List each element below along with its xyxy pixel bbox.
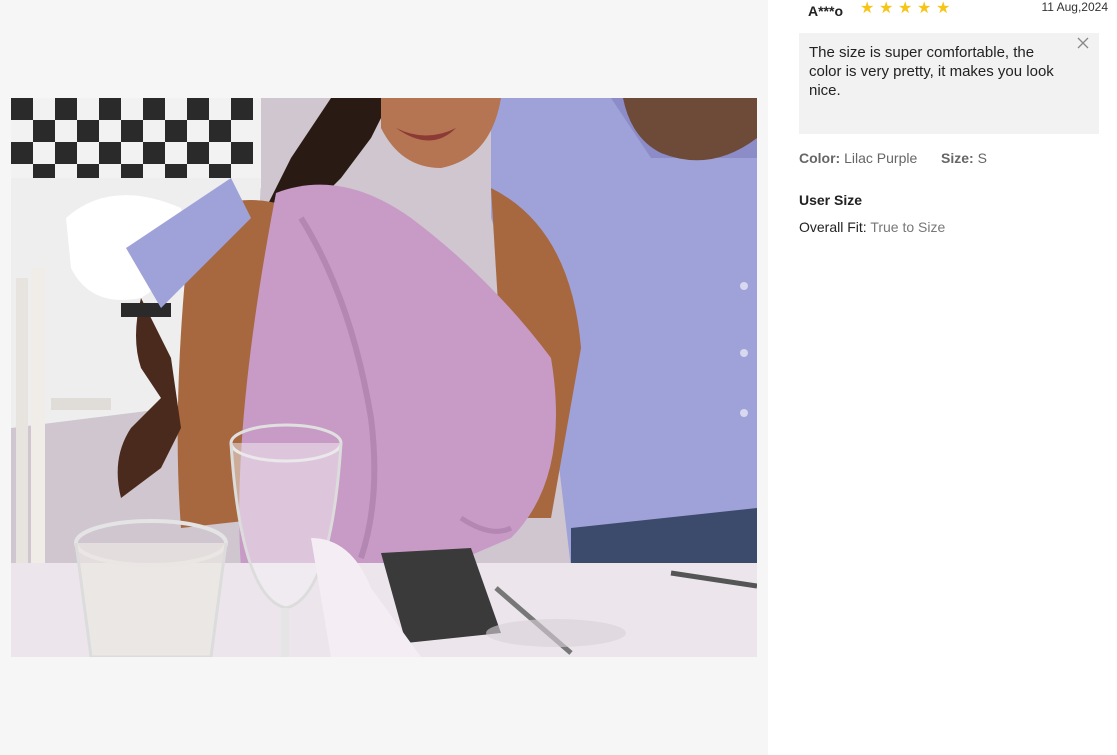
review-date: 11 Aug,2024: [1041, 0, 1108, 14]
color-label: Color:: [799, 150, 841, 166]
star-icon: ★: [879, 0, 894, 17]
overall-fit: Overall Fit: True to Size: [799, 219, 945, 235]
user-size-title: User Size: [799, 192, 863, 208]
star-icon: ★: [898, 0, 913, 17]
size-label: Size:: [941, 150, 974, 166]
review-comment: The size is super comfortable, the color…: [809, 44, 1054, 99]
rating-stars: ★ ★ ★ ★ ★: [860, 0, 955, 17]
close-icon[interactable]: [1077, 37, 1089, 49]
fit-value: True to Size: [870, 219, 946, 235]
size-value: S: [977, 150, 987, 166]
photo-viewer: [0, 0, 768, 755]
review-photo-illustration: [11, 98, 757, 657]
reviewer-name: A***o: [808, 3, 844, 19]
fit-label: Overall Fit:: [799, 219, 867, 235]
color-value: Lilac Purple: [844, 150, 918, 166]
star-icon: ★: [917, 0, 932, 17]
checkered-chair: [11, 98, 261, 188]
review-panel: A***o ★ ★ ★ ★ ★ 11 Aug,2024 The size is supe…: [768, 0, 1117, 755]
purchase-attributes: Color: Lilac Purple Size: S: [799, 150, 987, 166]
review-comment-box: The size is super comfortable, the color…: [799, 33, 1099, 134]
review-photo[interactable]: [11, 98, 757, 657]
star-icon: ★: [860, 0, 875, 17]
star-icon: ★: [936, 0, 951, 17]
